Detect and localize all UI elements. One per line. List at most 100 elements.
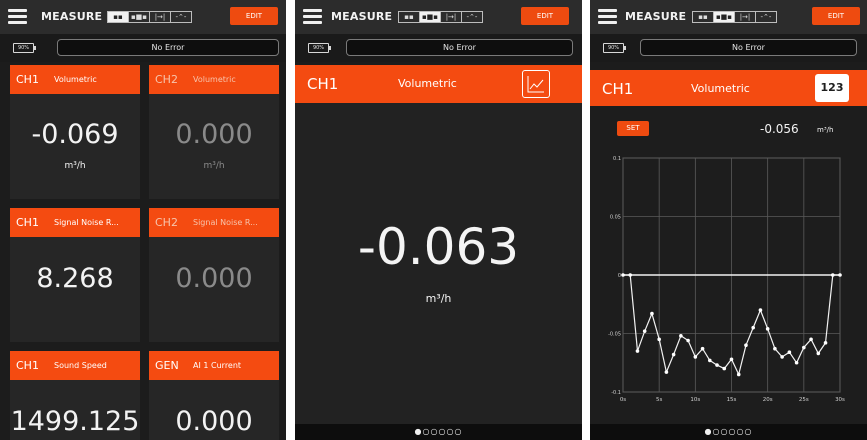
tile-ch1-signal-noise[interactable]: CH1 Signal Noise R... 8.268 [10, 208, 140, 342]
trend-chart-button[interactable] [522, 70, 550, 98]
tile-unit: m³/h [64, 161, 86, 171]
top-bar: MEASURE ▪▪ ▪■▪ |→| -⌃- EDIT [590, 0, 867, 34]
error-status: No Error [640, 39, 857, 56]
single-view-icon[interactable]: ▪■▪ [713, 11, 735, 23]
detail-view-icon[interactable]: |→| [149, 11, 171, 23]
tile-ch2-volumetric[interactable]: CH2 Volumetric 0.000 m³/h [149, 65, 279, 199]
tile-ch1-sound-speed[interactable]: CH1 Sound Speed 1499.125 [10, 351, 140, 440]
data-point [722, 366, 727, 371]
x-tick-label: 0s [620, 397, 626, 403]
detail-view-icon[interactable]: |→| [440, 11, 462, 23]
tile-label: Signal Noise R... [54, 218, 119, 227]
menu-icon[interactable] [8, 9, 27, 24]
single-view-icon[interactable]: ▪■▪ [128, 11, 150, 23]
top-bar: MEASURE ▪▪ ▪■▪ |→| -⌃- EDIT [0, 0, 286, 34]
tile-header: CH1 Sound Speed [10, 351, 140, 380]
tile-label: AI 1 Current [193, 361, 242, 370]
numeric-view-button[interactable]: 123 [815, 74, 849, 102]
edit-button[interactable]: EDIT [230, 7, 278, 25]
data-point [679, 334, 683, 338]
y-tick-label: -0.1 [611, 390, 621, 396]
tile-header: CH2 Signal Noise R... [149, 208, 279, 237]
x-tick-label: 10s [690, 397, 700, 403]
data-point [802, 345, 806, 350]
x-tick-label: 25s [799, 397, 809, 403]
grid-view-icon[interactable]: ▪▪ [398, 11, 420, 23]
data-point [693, 355, 698, 359]
chart-panel: SET -0.056 m³/h 0s 5s 10s 15s 20s 25s 30s 0.1 0.… [590, 106, 867, 424]
data-point [830, 273, 835, 277]
data-point [809, 337, 813, 342]
x-tick-label: 5s [656, 397, 662, 403]
tile-value: 0.000 [175, 119, 253, 150]
data-point [657, 337, 661, 342]
tile-gen-ai-current[interactable]: GEN AI 1 Current 0.000 [149, 351, 279, 440]
battery-icon: 90% [308, 43, 331, 53]
data-point [787, 350, 792, 355]
data-point [729, 357, 734, 362]
view-mode-switch: ▪▪ ▪■▪ |→| -⌃- [398, 11, 483, 23]
grid-view-icon[interactable]: ▪▪ [107, 11, 129, 23]
data-point [642, 329, 647, 333]
x-tick-label: 30s [835, 397, 845, 403]
data-point [628, 273, 633, 277]
channel-header: CH1 Volumetric 123 [590, 70, 867, 106]
page-indicator[interactable]: ●○○○○○ [590, 427, 867, 436]
menu-icon[interactable] [303, 9, 322, 24]
tile-channel: CH1 [16, 73, 39, 86]
battery-icon: 90% [603, 43, 626, 53]
x-tick-label: 20s [763, 397, 773, 403]
data-point [736, 372, 741, 377]
big-unit: m³/h [425, 292, 452, 305]
data-point [816, 351, 821, 356]
page-indicator-bar: ●○○○○○ [590, 424, 867, 440]
view-mode-switch: ▪▪ ▪■▪ |→| -⌃- [107, 11, 192, 23]
tile-unit: m³/h [203, 161, 225, 171]
tile-header: CH2 Volumetric [149, 65, 279, 94]
single-value-screen: MEASURE ▪▪ ▪■▪ |→| -⌃- EDIT 90% No Error… [295, 0, 582, 440]
tile-value: 0.000 [175, 263, 253, 294]
tile-channel: CH2 [155, 216, 178, 229]
data-point [780, 355, 784, 359]
data-point [838, 273, 842, 277]
edit-button[interactable]: EDIT [812, 7, 860, 25]
tile-channel: CH1 [16, 359, 39, 372]
menu-icon[interactable] [598, 9, 617, 24]
view-mode-switch: ▪▪ ▪■▪ |→| -⌃- [692, 11, 777, 23]
data-point [765, 327, 770, 331]
trend-view-icon[interactable]: -⌃- [755, 11, 777, 23]
screen-title: MEASURE [331, 10, 393, 23]
tile-value: 8.268 [36, 263, 114, 294]
status-bar: 90% No Error [295, 34, 582, 62]
tile-channel: CH1 [16, 216, 39, 229]
tile-channel: CH2 [155, 73, 178, 86]
data-point [671, 352, 676, 357]
y-tick-label: 0.05 [610, 215, 621, 221]
value-panel: -0.063 m³/h [295, 103, 582, 424]
trend-screen: MEASURE ▪▪ ▪■▪ |→| -⌃- EDIT 90% No Error… [590, 0, 867, 440]
error-status: No Error [57, 39, 279, 56]
trend-chart-icon [527, 76, 544, 93]
tile-label: Volumetric [54, 75, 97, 84]
data-point [823, 341, 828, 345]
screen-title: MEASURE [41, 10, 103, 23]
y-tick-label: -0.05 [608, 332, 621, 338]
data-point [650, 311, 654, 316]
tile-label: Volumetric [193, 75, 236, 84]
tile-ch1-volumetric[interactable]: CH1 Volumetric -0.069 m³/h [10, 65, 140, 199]
data-point [635, 349, 640, 353]
trend-view-icon[interactable]: -⌃- [461, 11, 483, 23]
data-point [794, 360, 799, 365]
tile-ch2-signal-noise[interactable]: CH2 Signal Noise R... 0.000 [149, 208, 279, 342]
page-indicator[interactable]: ●○○○○○ [295, 427, 582, 436]
page-indicator-bar: ●○○○○○ [295, 424, 582, 440]
trend-view-icon[interactable]: -⌃- [170, 11, 192, 23]
single-view-icon[interactable]: ▪■▪ [419, 11, 441, 23]
data-point [744, 343, 748, 347]
grid-view-icon[interactable]: ▪▪ [692, 11, 714, 23]
tile-label: Signal Noise R... [193, 218, 258, 227]
data-point [700, 346, 705, 351]
edit-button[interactable]: EDIT [521, 7, 569, 25]
detail-view-icon[interactable]: |→| [734, 11, 756, 23]
tile-channel: GEN [155, 359, 179, 372]
